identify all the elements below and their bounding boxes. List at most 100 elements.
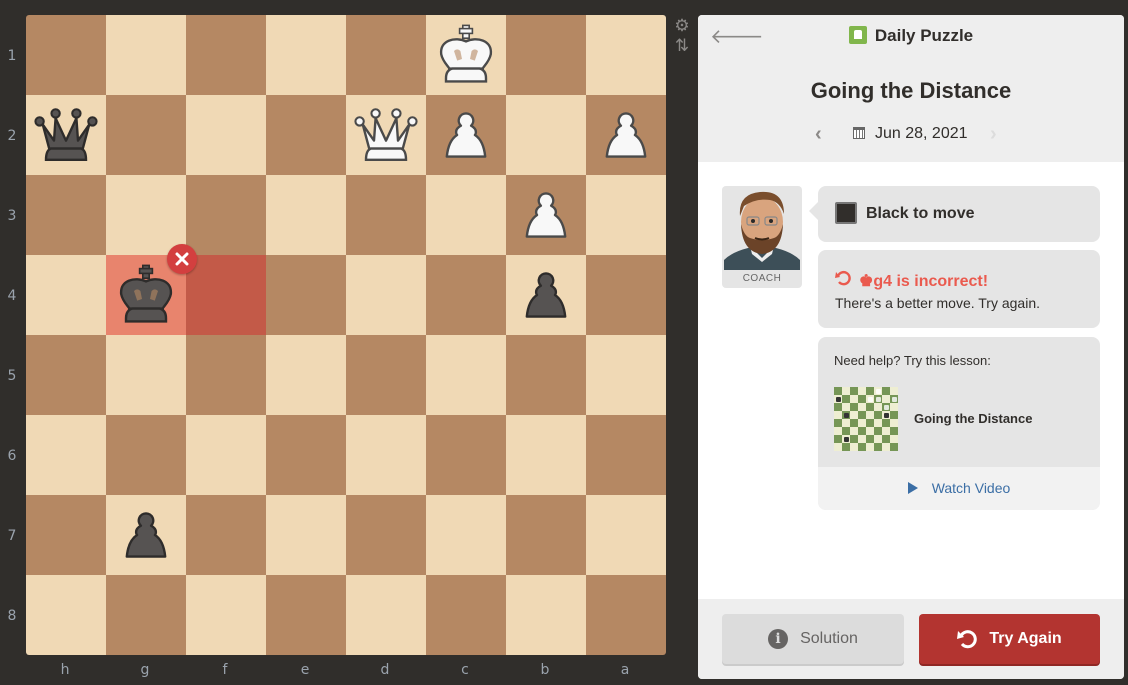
square-g1[interactable]	[106, 15, 186, 95]
square-a1[interactable]	[586, 15, 666, 95]
square-d3[interactable]	[346, 175, 426, 255]
square-b6[interactable]	[506, 415, 586, 495]
white-king-icon[interactable]	[426, 15, 506, 95]
square-h6[interactable]	[26, 415, 106, 495]
square-e4[interactable]	[266, 255, 346, 335]
square-a7[interactable]	[586, 495, 666, 575]
chess-board[interactable]	[26, 15, 666, 655]
thumb-square	[882, 435, 890, 443]
square-h4[interactable]	[26, 255, 106, 335]
square-h8[interactable]	[26, 575, 106, 655]
square-d5[interactable]	[346, 335, 426, 415]
info-icon: i	[768, 629, 789, 649]
square-c6[interactable]	[426, 415, 506, 495]
thumb-square	[890, 419, 898, 427]
thumb-square	[850, 411, 858, 419]
square-b8[interactable]	[506, 575, 586, 655]
square-c8[interactable]	[426, 575, 506, 655]
square-e5[interactable]	[266, 335, 346, 415]
square-a5[interactable]	[586, 335, 666, 415]
square-b2[interactable]	[506, 95, 586, 175]
lesson-thumbnail[interactable]	[834, 387, 898, 451]
square-f4[interactable]	[186, 255, 266, 335]
thumb-piece	[836, 397, 841, 402]
white-pawn-icon[interactable]	[586, 95, 666, 175]
black-queen-icon[interactable]	[26, 95, 106, 175]
thumb-square	[842, 387, 850, 395]
file-label-f: f	[222, 662, 228, 678]
square-d4[interactable]	[346, 255, 426, 335]
thumb-square	[866, 419, 874, 427]
incorrect-x-icon	[167, 244, 197, 274]
watch-video-link[interactable]: Watch Video	[818, 480, 1100, 496]
solution-button[interactable]: i Solution	[722, 614, 904, 664]
square-h5[interactable]	[26, 335, 106, 415]
square-f7[interactable]	[186, 495, 266, 575]
rank-label-6: 6	[7, 448, 17, 464]
play-icon	[907, 482, 918, 494]
thumb-piece	[844, 413, 849, 418]
thumb-square	[850, 427, 858, 435]
thumb-square	[882, 387, 890, 395]
square-c3[interactable]	[426, 175, 506, 255]
square-d1[interactable]	[346, 15, 426, 95]
square-g6[interactable]	[106, 415, 186, 495]
thumb-square	[842, 395, 850, 403]
square-f3[interactable]	[186, 175, 266, 255]
square-g3[interactable]	[106, 175, 186, 255]
square-a4[interactable]	[586, 255, 666, 335]
white-queen-icon[interactable]	[346, 95, 426, 175]
white-pawn-icon[interactable]	[426, 95, 506, 175]
square-d8[interactable]	[346, 575, 426, 655]
square-g8[interactable]	[106, 575, 186, 655]
thumb-square	[842, 427, 850, 435]
square-e2[interactable]	[266, 95, 346, 175]
thumb-square	[834, 419, 842, 427]
square-g2[interactable]	[106, 95, 186, 175]
gear-icon[interactable]: ⚙	[672, 16, 692, 36]
file-label-b: b	[540, 662, 550, 678]
square-h3[interactable]	[26, 175, 106, 255]
watch-video-row[interactable]: Watch Video	[818, 467, 1100, 510]
file-label-h: h	[60, 662, 70, 678]
square-g5[interactable]	[106, 335, 186, 415]
square-h1[interactable]	[26, 15, 106, 95]
date-picker[interactable]: Jun 28, 2021	[853, 125, 968, 143]
square-e8[interactable]	[266, 575, 346, 655]
square-e3[interactable]	[266, 175, 346, 255]
black-pawn-icon[interactable]	[506, 255, 586, 335]
square-f5[interactable]	[186, 335, 266, 415]
square-b7[interactable]	[506, 495, 586, 575]
black-pawn-icon[interactable]	[106, 495, 186, 575]
square-e7[interactable]	[266, 495, 346, 575]
square-d7[interactable]	[346, 495, 426, 575]
square-h7[interactable]	[26, 495, 106, 575]
square-c5[interactable]	[426, 335, 506, 415]
to-move-text: Black to move	[866, 205, 975, 222]
square-f1[interactable]	[186, 15, 266, 95]
square-b5[interactable]	[506, 335, 586, 415]
retry-icon	[835, 270, 851, 291]
previous-day-chevron-icon[interactable]: ‹	[815, 123, 822, 145]
square-e1[interactable]	[266, 15, 346, 95]
square-a8[interactable]	[586, 575, 666, 655]
try-again-button[interactable]: Try Again	[919, 614, 1100, 664]
thumb-square	[858, 427, 866, 435]
flip-board-icon[interactable]: ⇅	[672, 36, 692, 56]
square-e6[interactable]	[266, 415, 346, 495]
square-c7[interactable]	[426, 495, 506, 575]
square-f2[interactable]	[186, 95, 266, 175]
white-pawn-icon[interactable]	[506, 175, 586, 255]
square-d6[interactable]	[346, 415, 426, 495]
square-f8[interactable]	[186, 575, 266, 655]
square-a6[interactable]	[586, 415, 666, 495]
square-f6[interactable]	[186, 415, 266, 495]
square-a3[interactable]	[586, 175, 666, 255]
thumb-square	[874, 411, 882, 419]
square-b1[interactable]	[506, 15, 586, 95]
square-c4[interactable]	[426, 255, 506, 335]
file-label-c: c	[461, 662, 469, 678]
lesson-title[interactable]: Going the Distance	[914, 411, 1032, 426]
solution-label: Solution	[800, 630, 858, 647]
thumb-square	[834, 411, 842, 419]
